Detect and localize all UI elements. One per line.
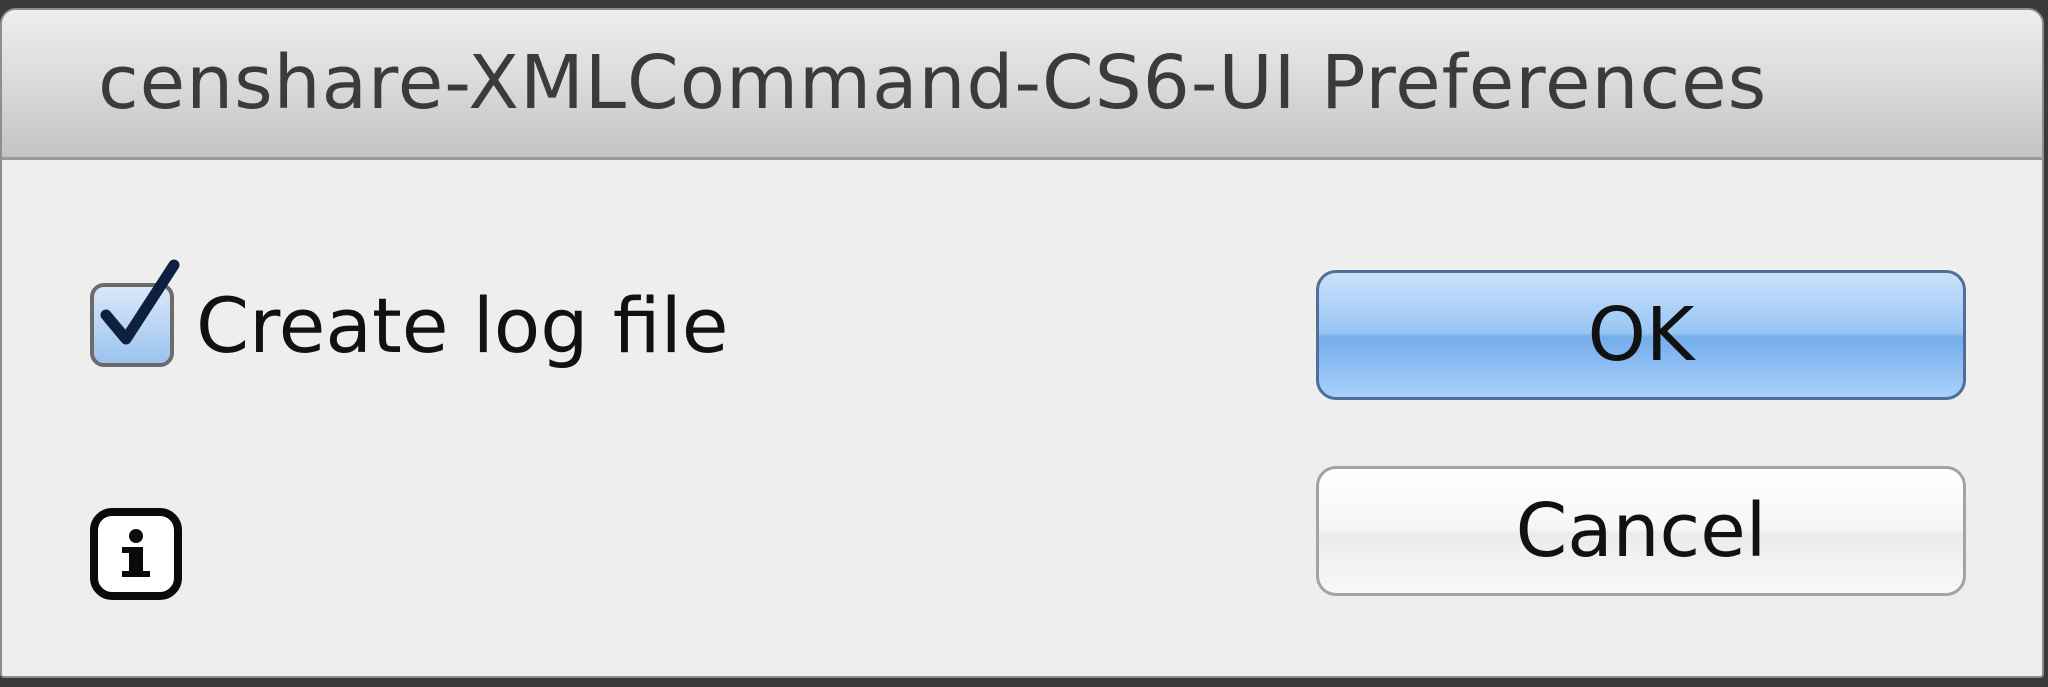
create-log-label: Create log file bbox=[196, 280, 729, 370]
create-log-checkbox[interactable] bbox=[90, 259, 180, 367]
checkmark-icon bbox=[100, 259, 180, 345]
title-bar[interactable]: censhare-XMLCommand-CS6-UI Preferences bbox=[2, 10, 2042, 160]
cancel-button[interactable]: Cancel bbox=[1316, 466, 1966, 596]
dialog-content: Create log file OK Cancel bbox=[2, 160, 2042, 676]
create-log-option[interactable]: Create log file bbox=[90, 259, 729, 370]
info-icon[interactable] bbox=[90, 508, 182, 600]
preferences-dialog: censhare-XMLCommand-CS6-UI Preferences C… bbox=[0, 8, 2044, 678]
ok-button[interactable]: OK bbox=[1316, 270, 1966, 400]
window-title: censhare-XMLCommand-CS6-UI Preferences bbox=[98, 40, 1768, 126]
